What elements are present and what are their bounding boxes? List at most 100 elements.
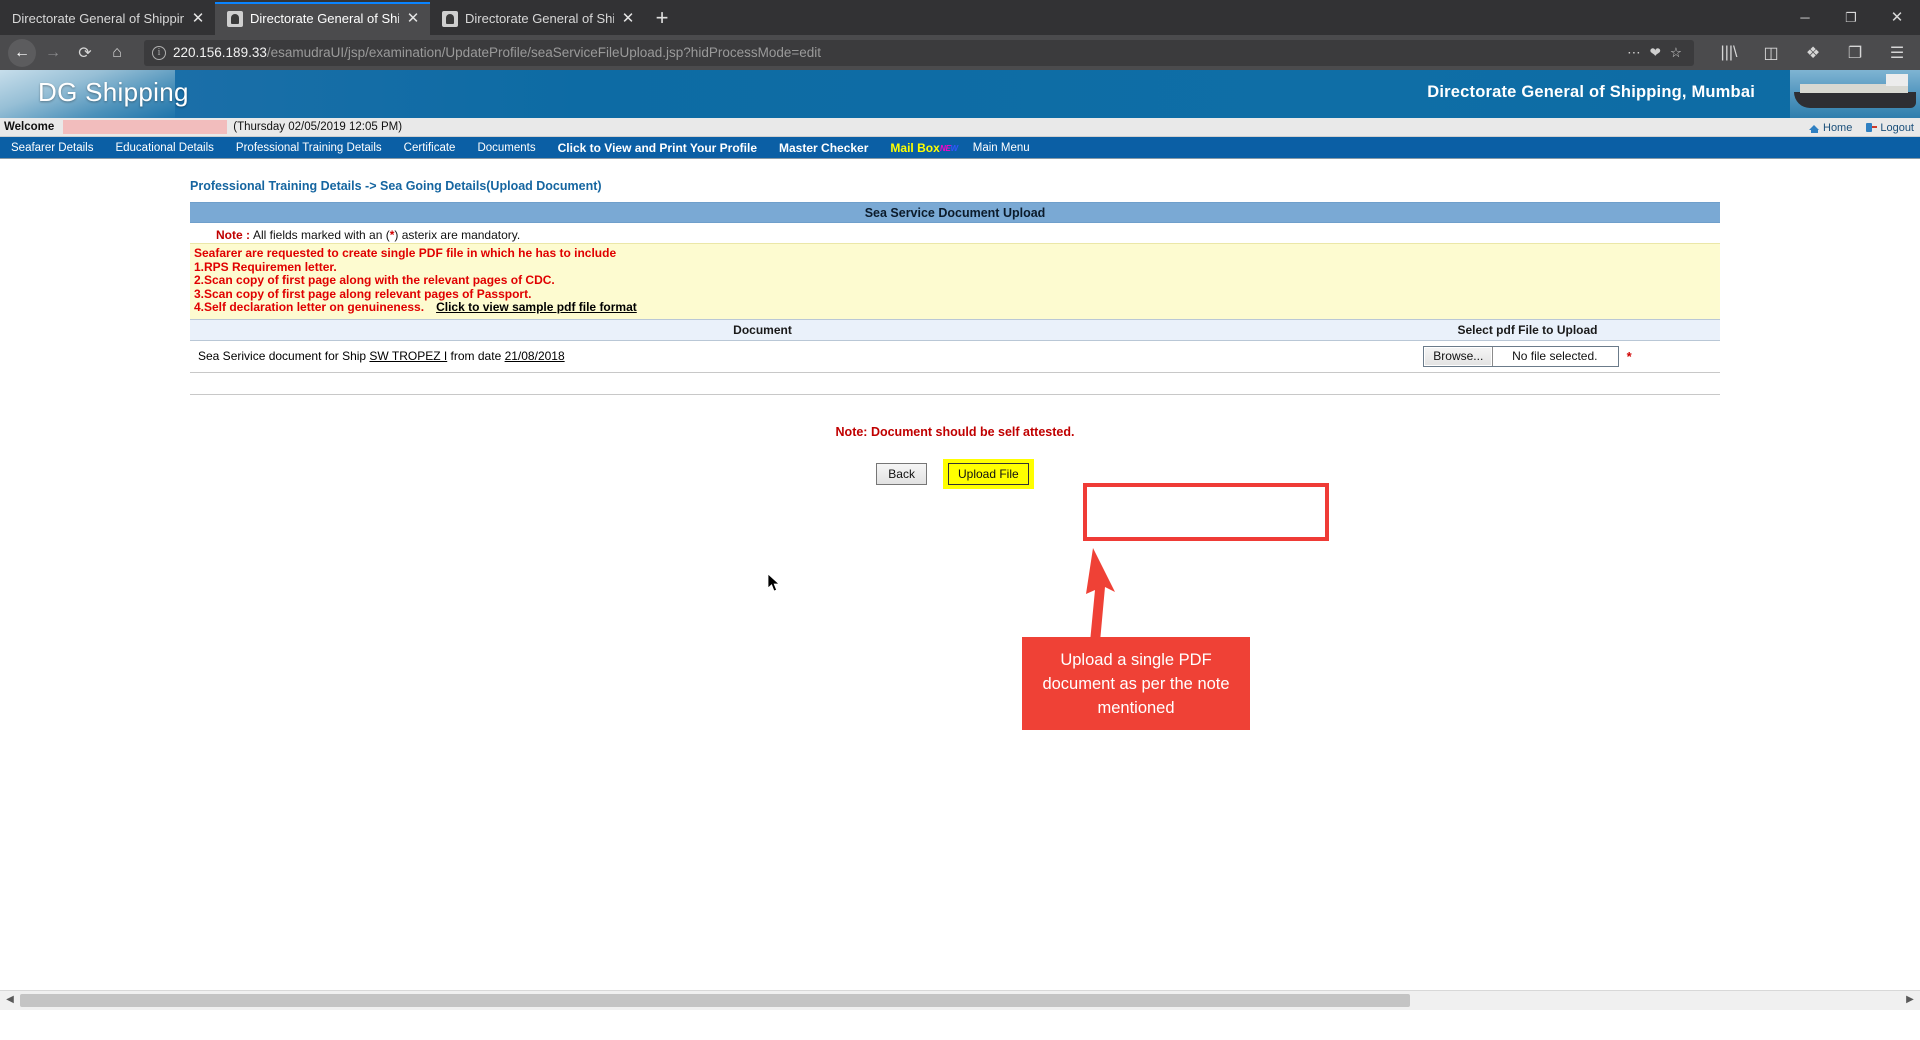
minimize-icon[interactable]: ─ bbox=[1782, 0, 1828, 35]
nav-item-mail-box-label: Mail Box bbox=[890, 140, 940, 155]
welcome-label: Welcome bbox=[4, 121, 55, 133]
upload-file-button[interactable]: Upload File bbox=[947, 462, 1029, 485]
instruction-line-1: Seafarer are requested to create single … bbox=[194, 246, 617, 260]
window-controls: ─ ❐ ✕ bbox=[1782, 0, 1920, 35]
nav-item-certificate[interactable]: Certificate bbox=[393, 137, 467, 159]
mouse-cursor-icon bbox=[768, 574, 781, 592]
browser-tab-3[interactable]: Directorate General of Shipping ✕ bbox=[430, 2, 645, 35]
logout-icon bbox=[1866, 122, 1878, 133]
horizontal-scrollbar[interactable]: ◀ ▶ bbox=[0, 990, 1920, 1010]
department-title: Directorate General of Shipping, Mumbai bbox=[1427, 83, 1755, 101]
home-link[interactable]: Home bbox=[1809, 122, 1852, 134]
new-tab-button[interactable]: + bbox=[645, 2, 679, 35]
mandatory-note-text-before: All fields marked with an ( bbox=[253, 227, 390, 242]
breadcrumb: Professional Training Details -> Sea Goi… bbox=[190, 179, 602, 193]
sidebar-icon[interactable]: ◫ bbox=[1756, 39, 1786, 67]
home-icon bbox=[1809, 122, 1820, 133]
browser-navbar: ← → ⟳ ⌂ i 220.156.189.33/esamudraUI/jsp/… bbox=[0, 35, 1920, 70]
reload-icon[interactable]: ⟳ bbox=[70, 39, 100, 67]
instruction-line-5: 4.Self declaration letter on genuineness… bbox=[194, 301, 1720, 315]
annotation-callout: Upload a single PDF document as per the … bbox=[1022, 637, 1250, 730]
nav-item-mail-box[interactable]: Mail Box NEW bbox=[879, 137, 961, 159]
doc-text-1: Sea Serivice document for Ship bbox=[198, 349, 370, 364]
required-marker: * bbox=[1626, 348, 1632, 364]
close-icon[interactable]: ✕ bbox=[406, 11, 420, 26]
tab-title: Directorate General of Shipping bbox=[465, 11, 614, 26]
window-close-icon[interactable]: ✕ bbox=[1874, 0, 1920, 35]
nav-item-educational-details[interactable]: Educational Details bbox=[104, 137, 224, 159]
table-spacer-row bbox=[190, 372, 1720, 395]
upload-cell: Browse... No file selected. * bbox=[1335, 340, 1720, 372]
more-actions-icon[interactable]: ⋯ bbox=[1627, 45, 1641, 61]
documents-table: Document Select pdf File to Upload Sea S… bbox=[190, 319, 1720, 395]
instruction-line-4: 3.Scan copy of first page along relevant… bbox=[194, 286, 532, 301]
browse-button[interactable]: Browse... bbox=[1424, 346, 1494, 366]
tab-title: Directorate General of Shipping : Go bbox=[12, 11, 184, 26]
logout-link[interactable]: Logout bbox=[1866, 122, 1914, 134]
close-icon[interactable]: ✕ bbox=[191, 11, 205, 26]
section-title: Sea Service Document Upload bbox=[190, 202, 1720, 223]
new-badge: NEW bbox=[939, 143, 958, 153]
form-actions: Back Upload File bbox=[190, 458, 1720, 489]
tab-title: Directorate General of Shipping bbox=[250, 11, 399, 26]
address-bar-actions: ⋯ ❤ ☆ bbox=[1627, 45, 1686, 61]
mandatory-note-text-after: ) asterix are mandatory. bbox=[394, 227, 521, 242]
pocket-icon[interactable]: ❤ bbox=[1650, 45, 1661, 61]
home-link-label: Home bbox=[1823, 121, 1853, 134]
upload-form-panel: Sea Service Document Upload Note : All f… bbox=[190, 202, 1720, 489]
mandatory-note-prefix: Note : bbox=[216, 227, 250, 242]
close-icon[interactable]: ✕ bbox=[621, 11, 635, 26]
sample-pdf-link[interactable]: Click to view sample pdf file format bbox=[436, 300, 637, 315]
nav-item-master-checker[interactable]: Master Checker bbox=[768, 137, 879, 159]
site-favicon-icon bbox=[442, 10, 458, 27]
nav-item-seafarer-details[interactable]: Seafarer Details bbox=[0, 137, 104, 159]
self-attested-note: Note: Document should be self attested. bbox=[835, 424, 1075, 439]
scroll-left-icon[interactable]: ◀ bbox=[0, 991, 20, 1011]
scrollbar-thumb[interactable] bbox=[20, 993, 1410, 1007]
forward-icon[interactable]: → bbox=[38, 39, 68, 67]
ship-name: SW TROPEZ I bbox=[369, 349, 448, 364]
site-favicon-icon bbox=[227, 10, 243, 27]
column-header-upload: Select pdf File to Upload bbox=[1457, 322, 1598, 337]
extension-icon[interactable]: ❖ bbox=[1798, 39, 1828, 67]
bookmark-star-icon[interactable]: ☆ bbox=[1670, 45, 1682, 61]
column-header-document: Document bbox=[733, 322, 792, 337]
main-navigation: Seafarer Details Educational Details Pro… bbox=[0, 137, 1920, 159]
instruction-line-3: 2.Scan copy of first page along with the… bbox=[194, 273, 555, 288]
browser-tabstrip: Directorate General of Shipping : Go ✕ D… bbox=[0, 0, 1920, 35]
maximize-icon[interactable]: ❐ bbox=[1828, 0, 1874, 35]
site-logo: DG Shipping bbox=[38, 77, 189, 107]
url-text: 220.156.189.33/esamudraUI/jsp/examinatio… bbox=[173, 45, 1620, 60]
selected-file-name: No file selected. bbox=[1512, 348, 1598, 363]
table-row: Sea Serivice document for Ship SW TROPEZ… bbox=[190, 340, 1720, 373]
current-datetime: (Thursday 02/05/2019 12:05 PM) bbox=[233, 121, 403, 133]
toolbar-actions: |||\ ◫ ❖ ❐ ☰ bbox=[1704, 39, 1912, 67]
annotation-arrow-icon bbox=[1086, 548, 1115, 642]
table-header-row: Document Select pdf File to Upload bbox=[190, 319, 1720, 341]
scroll-right-icon[interactable]: ▶ bbox=[1900, 991, 1920, 1011]
home-icon[interactable]: ⌂ bbox=[102, 39, 132, 67]
url-path: /esamudraUI/jsp/examination/UpdateProfil… bbox=[266, 45, 822, 60]
address-bar[interactable]: i 220.156.189.33/esamudraUI/jsp/examinat… bbox=[144, 39, 1694, 66]
nav-item-professional-training-details[interactable]: Professional Training Details bbox=[225, 137, 393, 159]
welcome-bar-actions: Home Logout bbox=[1809, 118, 1914, 137]
menu-icon[interactable]: ☰ bbox=[1882, 39, 1912, 67]
site-banner: DG Shipping Directorate General of Shipp… bbox=[0, 70, 1920, 118]
nav-item-main-menu[interactable]: Main Menu bbox=[962, 137, 1041, 159]
file-upload-input[interactable]: Browse... No file selected. bbox=[1423, 345, 1620, 367]
page-body: Professional Training Details -> Sea Goi… bbox=[0, 159, 1920, 730]
instruction-line-5-text: 4.Self declaration letter on genuineness… bbox=[194, 300, 425, 315]
back-button[interactable]: Back bbox=[876, 462, 927, 485]
container-tabs-icon[interactable]: ❐ bbox=[1840, 39, 1870, 67]
mandatory-fields-note: Note : All fields marked with an ( * ) a… bbox=[190, 223, 1720, 243]
library-icon[interactable]: |||\ bbox=[1714, 39, 1744, 67]
nav-item-view-print-profile[interactable]: Click to View and Print Your Profile bbox=[547, 137, 768, 159]
scrollbar-track[interactable] bbox=[20, 991, 1900, 1011]
browser-tab-1[interactable]: Directorate General of Shipping : Go ✕ bbox=[0, 2, 215, 35]
browser-tab-2[interactable]: Directorate General of Shipping ✕ bbox=[215, 2, 430, 35]
back-icon[interactable]: ← bbox=[8, 38, 36, 67]
nav-item-documents[interactable]: Documents bbox=[466, 137, 546, 159]
pdf-instructions-box: Seafarer are requested to create single … bbox=[190, 243, 1720, 319]
page-info-icon[interactable]: i bbox=[152, 45, 166, 60]
welcome-bar: Welcome (Thursday 02/05/2019 12:05 PM) H… bbox=[0, 118, 1920, 137]
